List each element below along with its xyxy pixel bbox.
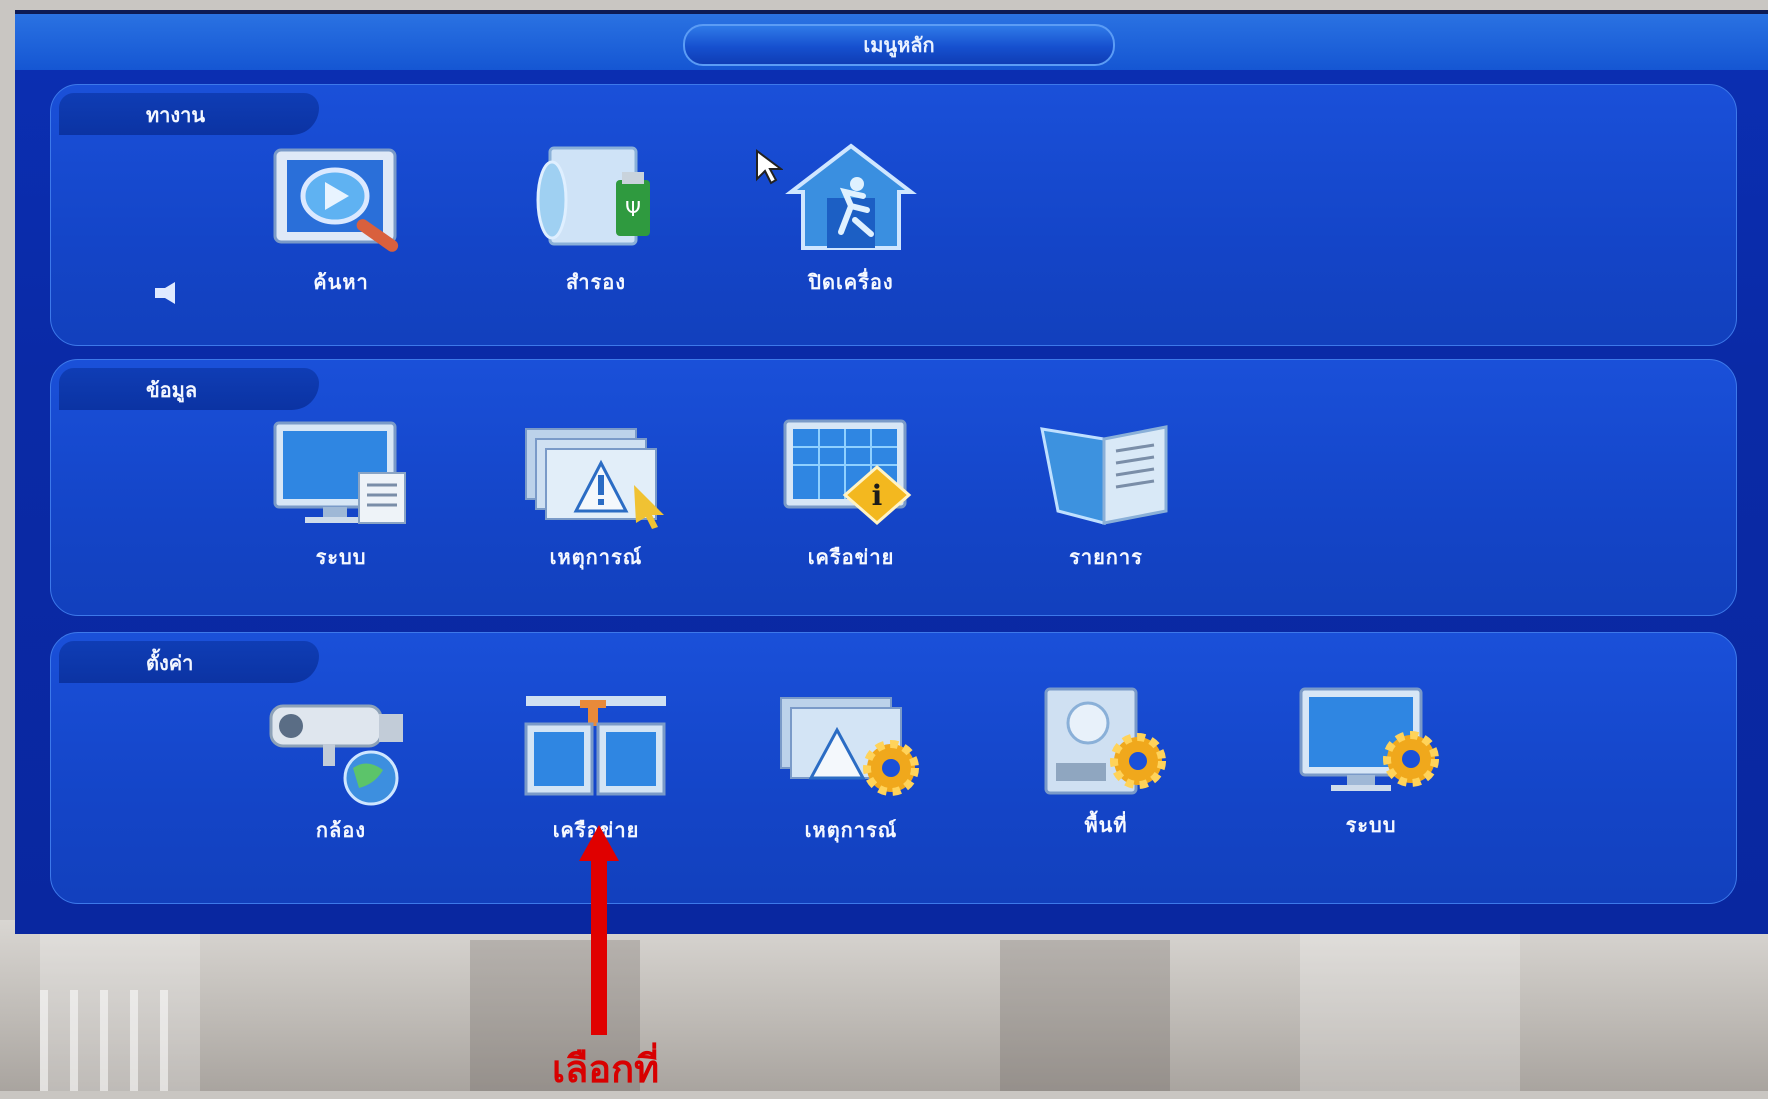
menu-item-storage-settings[interactable]: พื้นที่ (1006, 683, 1206, 853)
system-info-icon (273, 421, 406, 524)
section-operation: ทางาน ค้นหา Ψ สำรอง ปิดเครื่อง (50, 84, 1737, 346)
event-settings-icon (780, 697, 919, 796)
annotation-arrow-icon (591, 855, 607, 1035)
section-label: ทางาน (146, 103, 206, 127)
backup-icon: Ψ (536, 146, 650, 246)
shutdown-icon (785, 143, 917, 250)
item-label: ปิดเครื่อง (808, 270, 894, 294)
menu-item-network-info[interactable]: i เครือข่าย (751, 415, 951, 585)
menu-item-event-info[interactable]: เหตุการณ์ (496, 415, 696, 585)
item-label: พื้นที่ (1084, 813, 1128, 837)
video-search-icon (273, 148, 399, 252)
section-info: ข้อมูล ระบบ เหตุการณ์ i เครือข่าย รายการ (50, 359, 1737, 616)
mouse-cursor-icon (755, 149, 784, 189)
menu-item-event-settings[interactable]: เหตุการณ์ (751, 688, 951, 858)
menu-item-search[interactable]: ค้นหา (241, 140, 441, 310)
camera-icon (269, 704, 403, 806)
log-icon (1040, 425, 1168, 525)
item-label: เครือข่าย (807, 545, 895, 569)
item-label: กล้อง (315, 818, 367, 842)
annotation-text: เลือกที่ (552, 1046, 660, 1091)
network-settings-icon (524, 696, 666, 796)
event-info-icon (525, 428, 664, 529)
svg-text:Ψ: Ψ (625, 197, 641, 221)
speaker-icon (155, 282, 175, 304)
dvr-main-menu: เมนูหลัก ทางาน ค้นหา Ψ สำรอง ปิดเครื่อง … (15, 10, 1768, 934)
menu-item-log[interactable]: รายการ (1006, 415, 1206, 585)
svg-text:i: i (872, 479, 883, 512)
item-label: สำรอง (566, 270, 626, 294)
item-label: ระบบ (1345, 813, 1397, 837)
menu-item-backup[interactable]: Ψ สำรอง (496, 140, 696, 310)
background-room (0, 920, 1768, 1091)
menu-item-system-info[interactable]: ระบบ (241, 415, 441, 585)
section-label: ตั้งค่า (146, 651, 194, 675)
menu-item-system-settings[interactable]: ระบบ (1271, 683, 1471, 853)
system-settings-icon (1299, 687, 1439, 791)
section-settings: ตั้งค่า กล้อง เครือข่าย เหตุการณ์ พื้นที… (50, 632, 1737, 904)
menu-title: เมนูหลัก (683, 24, 1115, 66)
item-label: เหตุการณ์ (804, 818, 898, 842)
section-label: ข้อมูล (146, 378, 198, 402)
item-label: ระบบ (315, 545, 367, 569)
storage-settings-icon (1044, 687, 1166, 795)
item-label: รายการ (1069, 545, 1143, 569)
item-label: เหตุการณ์ (549, 545, 643, 569)
network-info-icon: i (783, 419, 912, 525)
item-label: ค้นหา (313, 270, 369, 294)
menu-item-camera[interactable]: กล้อง (241, 688, 441, 858)
